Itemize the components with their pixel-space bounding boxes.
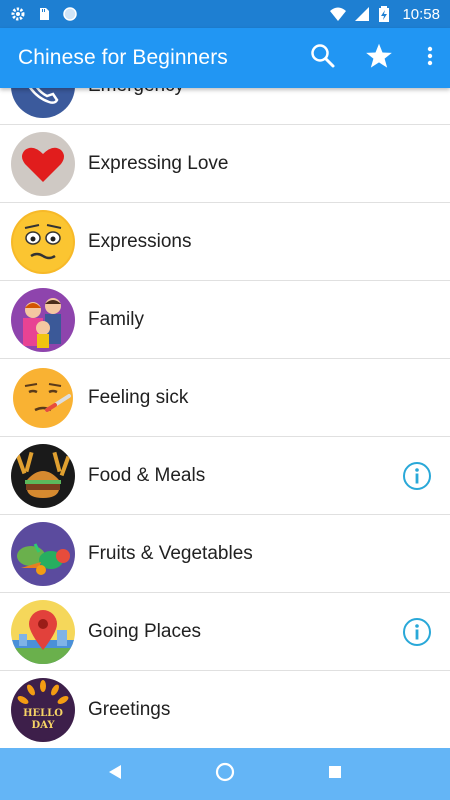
list-item[interactable]: Emergency (0, 88, 450, 125)
item-label: Feeling sick (88, 386, 189, 408)
item-label: Emergency (88, 88, 184, 97)
list-item[interactable]: Feeling sick (0, 359, 450, 437)
greetings-badge-line1: HELLO (23, 708, 63, 719)
favorites-button[interactable] (348, 28, 410, 88)
wifi-icon (330, 6, 347, 22)
info-button[interactable] (402, 461, 432, 491)
search-button[interactable] (298, 28, 348, 88)
worried-face-icon (11, 209, 75, 274)
list-item[interactable]: Family (0, 281, 450, 359)
vegetables-icon (11, 521, 75, 586)
list-item[interactable]: Going Places (0, 593, 450, 671)
search-icon (310, 43, 336, 74)
category-list[interactable]: Emergency Expressing Love Expressions Fa… (0, 88, 450, 748)
list-item[interactable]: Expressions (0, 203, 450, 281)
gear-icon (10, 6, 26, 22)
item-label: Family (88, 308, 144, 330)
app-bar: Chinese for Beginners (0, 28, 450, 88)
sd-card-icon (36, 6, 52, 22)
back-icon (108, 764, 122, 785)
home-button[interactable] (200, 748, 250, 800)
heart-icon (11, 131, 75, 196)
sick-face-icon (11, 365, 75, 430)
greetings-badge-line2: DAY (31, 720, 55, 731)
more-options-button[interactable] (410, 28, 450, 88)
status-time: 10:58 (402, 5, 440, 23)
home-icon (215, 762, 235, 787)
star-icon (365, 42, 393, 75)
circle-icon (62, 6, 78, 22)
back-button[interactable] (90, 748, 140, 800)
map-pin-icon (11, 599, 75, 664)
item-label: Going Places (88, 620, 202, 642)
list-item[interactable]: Fruits & Vegetables (0, 515, 450, 593)
app-title: Chinese for Beginners (18, 46, 228, 69)
battery-icon (378, 6, 394, 22)
item-label: Fruits & Vegetables (88, 542, 253, 564)
item-label: Expressions (88, 230, 192, 252)
recents-icon (328, 765, 342, 784)
hello-day-icon: HELLO DAY (11, 677, 75, 742)
item-label: Greetings (88, 698, 171, 720)
family-icon (11, 287, 75, 352)
navigation-bar (0, 748, 450, 800)
status-bar: 10:58 (0, 0, 450, 28)
signal-icon (354, 6, 370, 22)
item-label: Food & Meals (88, 464, 206, 486)
recents-button[interactable] (310, 748, 360, 800)
item-label: Expressing Love (88, 152, 229, 174)
phone-plus-icon (11, 88, 75, 118)
list-item[interactable]: Food & Meals (0, 437, 450, 515)
list-item[interactable]: HELLO DAY Greetings (0, 671, 450, 748)
list-item[interactable]: Expressing Love (0, 125, 450, 203)
info-button[interactable] (402, 617, 432, 647)
burger-icon (11, 443, 75, 508)
more-vert-icon (427, 46, 433, 71)
